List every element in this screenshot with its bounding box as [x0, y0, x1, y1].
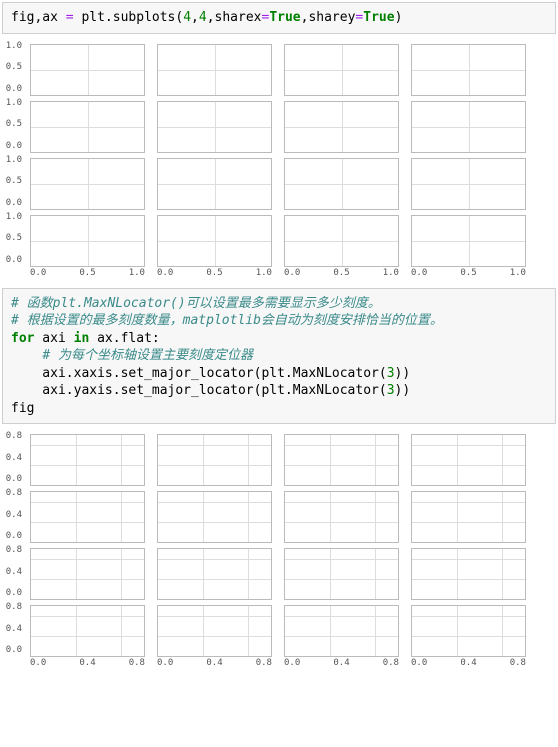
subplot-panel: [411, 548, 526, 600]
subplot-panel: [284, 491, 399, 543]
subplot-panel: [411, 101, 526, 153]
y-axis-ticks: 1.00.50.0: [2, 213, 24, 265]
x-axis-ticks: 0.00.40.8: [405, 657, 532, 668]
subplot-panel: [157, 548, 272, 600]
subplot-panel: [284, 215, 399, 267]
subplot-panel: [411, 215, 526, 267]
subplot-panel: [30, 434, 145, 486]
y-axis-ticks: 0.80.40.0: [2, 432, 24, 484]
subplot-panel: [411, 434, 526, 486]
x-axis-ticks: 0.00.51.0: [151, 267, 278, 278]
chart-output-1: 1.00.50.01.00.50.01.00.50.01.00.50.00.00…: [0, 38, 558, 286]
subplot-panel: [30, 215, 145, 267]
subplot-panel: [284, 101, 399, 153]
subplot-panel: [411, 44, 526, 96]
x-axis-ticks: 0.00.51.0: [278, 267, 405, 278]
subplot-panel: [284, 434, 399, 486]
y-axis-ticks: 0.80.40.0: [2, 603, 24, 655]
subplot-panel: [411, 158, 526, 210]
subplot-panel: [157, 215, 272, 267]
chart-output-2: 0.80.40.00.80.40.00.80.40.00.80.40.00.00…: [0, 428, 558, 676]
subplot-panel: [30, 491, 145, 543]
x-axis-ticks: 0.00.51.0: [405, 267, 532, 278]
y-axis-ticks: 1.00.50.0: [2, 99, 24, 151]
subplot-panel: [157, 158, 272, 210]
subplot-panel: [157, 434, 272, 486]
y-axis-ticks: 1.00.50.0: [2, 156, 24, 208]
subplot-panel: [284, 548, 399, 600]
y-axis-ticks: 0.80.40.0: [2, 546, 24, 598]
x-axis-ticks: 0.00.40.8: [151, 657, 278, 668]
subplot-panel: [30, 101, 145, 153]
x-axis-ticks: 0.00.51.0: [24, 267, 151, 278]
code-cell-2[interactable]: # 函数plt.MaxNLocator()可以设置最多需要显示多少刻度。# 根据…: [2, 288, 556, 425]
subplot-panel: [30, 605, 145, 657]
subplot-panel: [157, 101, 272, 153]
subplot-panel: [30, 44, 145, 96]
subplot-panel: [284, 158, 399, 210]
code-cell-1[interactable]: fig,ax = plt.subplots(4,4,sharex=True,sh…: [2, 2, 556, 34]
x-axis-ticks: 0.00.40.8: [278, 657, 405, 668]
subplot-panel: [411, 491, 526, 543]
subplot-panel: [157, 605, 272, 657]
y-axis-ticks: 1.00.50.0: [2, 42, 24, 94]
y-axis-ticks: 0.80.40.0: [2, 489, 24, 541]
subplot-panel: [411, 605, 526, 657]
subplot-panel: [157, 491, 272, 543]
subplot-panel: [284, 44, 399, 96]
subplot-panel: [284, 605, 399, 657]
subplot-panel: [30, 548, 145, 600]
x-axis-ticks: 0.00.40.8: [24, 657, 151, 668]
subplot-panel: [157, 44, 272, 96]
subplot-panel: [30, 158, 145, 210]
